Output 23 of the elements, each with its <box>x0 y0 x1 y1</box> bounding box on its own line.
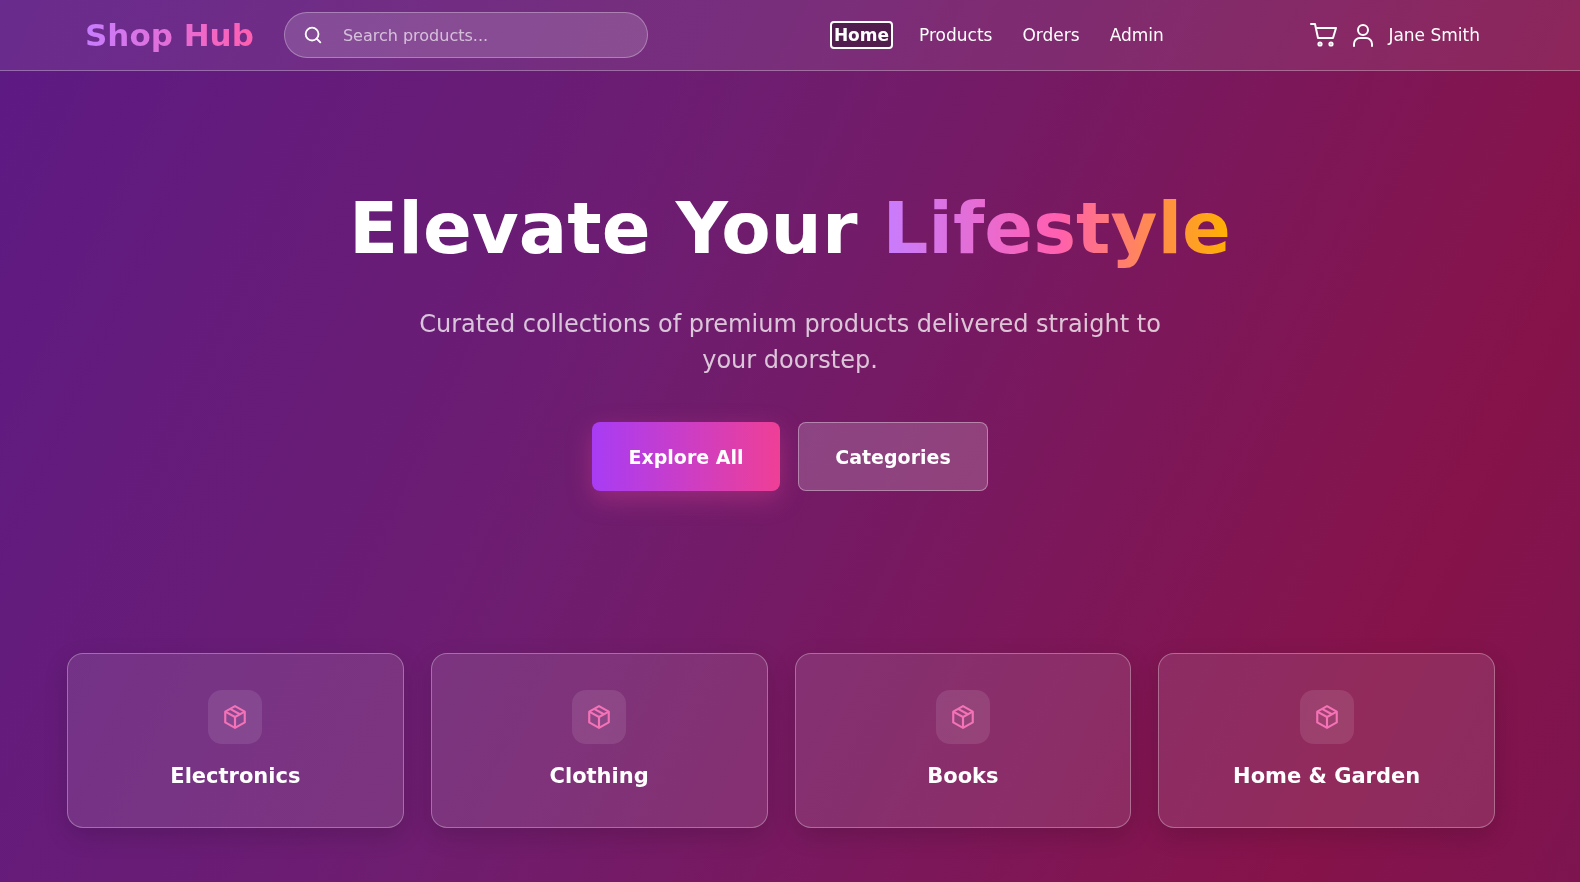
category-card[interactable]: Books <box>794 653 1132 828</box>
user-icon[interactable] <box>1352 23 1375 47</box>
category-name: Clothing <box>549 764 649 788</box>
user-name[interactable]: Jane Smith <box>1388 25 1480 45</box>
category-name: Home & Garden <box>1233 764 1421 788</box>
box-icon <box>586 704 613 730</box>
box-icon <box>222 704 249 730</box>
category-card[interactable]: Home & Garden <box>1158 653 1495 828</box>
nav-link[interactable]: Orders <box>1018 21 1084 49</box>
category-card[interactable]: Electronics <box>67 653 404 828</box>
hero-button[interactable]: Categories <box>798 422 988 492</box>
cart-icon[interactable] <box>1310 22 1339 48</box>
hero-heading: Elevate Your Lifestyle <box>349 189 1231 269</box>
nav-link[interactable]: Admin <box>1105 21 1168 49</box>
hero-subtitle: Curated collections of premium products delivered straight to your doorstep. <box>418 309 1162 377</box>
box-icon <box>1313 704 1340 730</box>
nav-link[interactable]: Products <box>915 21 997 49</box>
category-name: Electronics <box>170 764 301 788</box>
hero-button[interactable]: Explore All <box>592 422 780 492</box>
category-card[interactable]: Clothing <box>430 653 768 828</box>
nav-link[interactable]: Home <box>829 21 894 49</box>
box-icon <box>949 704 976 730</box>
category-name: Books <box>927 764 999 788</box>
